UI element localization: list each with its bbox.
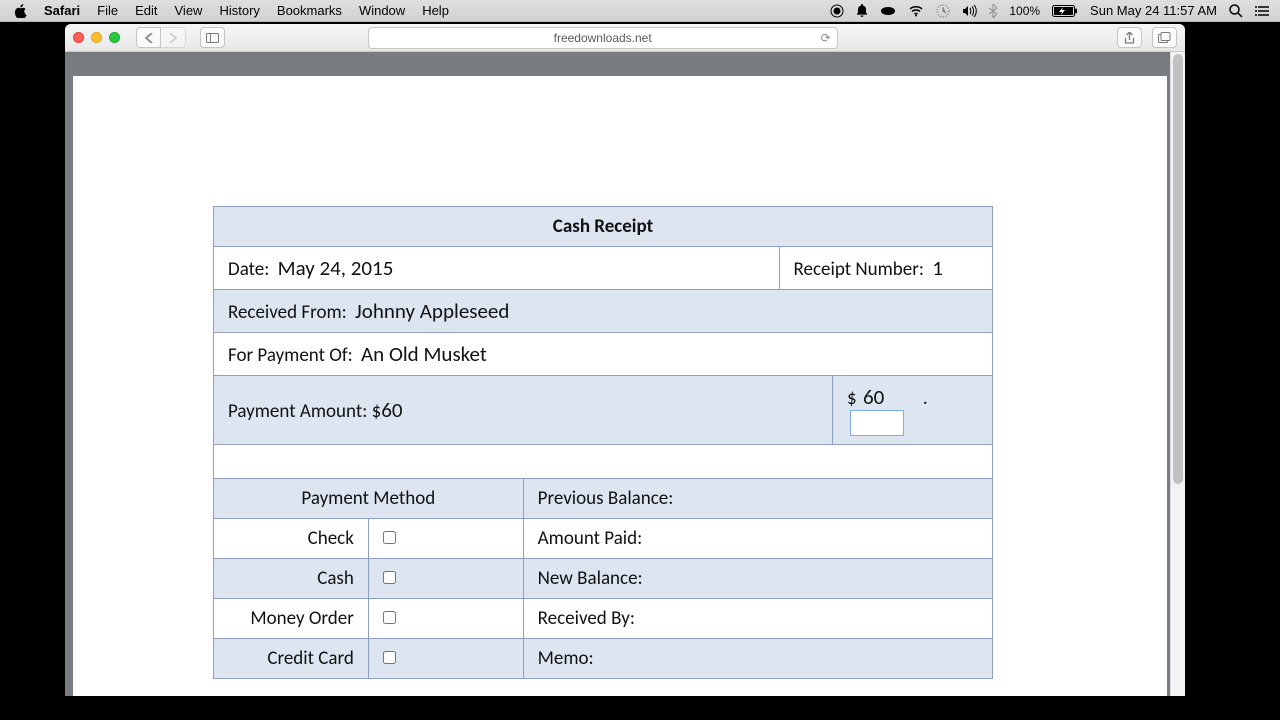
amount-paid-label: Amount Paid: xyxy=(523,518,992,558)
minimize-window-button[interactable] xyxy=(91,32,102,43)
payment-amount-value[interactable]: 60 xyxy=(381,397,402,423)
bluetooth-icon[interactable] xyxy=(989,4,997,18)
scrollbar-thumb[interactable] xyxy=(1173,54,1183,484)
browser-toolbar: freedownloads.net ⟳ xyxy=(65,24,1185,52)
window-controls xyxy=(73,32,120,43)
close-window-button[interactable] xyxy=(73,32,84,43)
memo-label: Memo: xyxy=(523,638,992,678)
url-text: freedownloads.net xyxy=(554,31,652,45)
vertical-scrollbar[interactable] xyxy=(1170,52,1185,696)
battery-icon[interactable] xyxy=(1052,5,1078,17)
cents-input[interactable] xyxy=(850,410,904,436)
for-payment-value[interactable]: An Old Musket xyxy=(361,341,487,367)
received-from-label: Received From: xyxy=(228,301,347,324)
payment-amount-value-2[interactable]: 60 xyxy=(863,384,884,410)
sidebar-toggle-button[interactable] xyxy=(200,27,225,48)
wifi-icon[interactable] xyxy=(908,5,924,17)
zoom-window-button[interactable] xyxy=(109,32,120,43)
clock[interactable]: Sun May 24 11:57 AM xyxy=(1090,3,1217,18)
menu-history[interactable]: History xyxy=(219,3,259,18)
decimal-dot: . xyxy=(923,387,928,410)
address-bar[interactable]: freedownloads.net ⟳ xyxy=(368,27,838,49)
apple-icon[interactable] xyxy=(14,4,27,18)
pm-credit-card-checkbox[interactable] xyxy=(383,651,396,664)
back-button[interactable] xyxy=(136,27,161,48)
volume-icon[interactable] xyxy=(962,5,977,17)
spotlight-icon[interactable] xyxy=(1229,4,1243,18)
receipt-number-label: Receipt Number: xyxy=(794,258,924,281)
received-from-value[interactable]: Johnny Appleseed xyxy=(355,298,509,324)
forward-button[interactable] xyxy=(161,27,186,48)
menu-file[interactable]: File xyxy=(97,3,118,18)
new-balance-label: New Balance: xyxy=(523,558,992,598)
received-by-label: Received By: xyxy=(523,598,992,638)
pm-money-order-label: Money Order xyxy=(214,598,369,638)
menu-bookmarks[interactable]: Bookmarks xyxy=(277,3,342,18)
pm-cash-label: Cash xyxy=(214,558,369,598)
pm-money-order-checkbox[interactable] xyxy=(383,611,396,624)
cash-receipt-form: Cash Receipt Date: May 24, 2015 Receipt … xyxy=(213,206,993,679)
reload-icon[interactable]: ⟳ xyxy=(821,31,831,45)
menu-window[interactable]: Window xyxy=(359,3,405,18)
notifications-icon[interactable] xyxy=(856,4,868,18)
active-app-name[interactable]: Safari xyxy=(44,3,80,18)
menu-help[interactable]: Help xyxy=(422,3,449,18)
nav-back-forward xyxy=(136,27,186,48)
pm-check-checkbox[interactable] xyxy=(383,531,396,544)
date-value[interactable]: May 24, 2015 xyxy=(278,255,394,281)
tabs-overview-button[interactable] xyxy=(1152,27,1177,48)
pm-credit-card-label: Credit Card xyxy=(214,638,369,678)
dollar-sign-2: $ xyxy=(847,387,857,410)
pm-cash-checkbox[interactable] xyxy=(383,571,396,584)
pm-check-label: Check xyxy=(214,518,369,558)
timemachine-icon[interactable] xyxy=(936,4,950,18)
previous-balance-label: Previous Balance: xyxy=(523,478,992,518)
form-title: Cash Receipt xyxy=(214,207,993,247)
safari-window: freedownloads.net ⟳ + Cash Receipt Date:… xyxy=(65,24,1185,696)
payment-method-header: Payment Method xyxy=(214,478,524,518)
document-page: Cash Receipt Date: May 24, 2015 Receipt … xyxy=(73,76,1167,696)
macos-menu-bar: Safari File Edit View History Bookmarks … xyxy=(0,0,1280,22)
receipt-number-value[interactable]: 1 xyxy=(932,255,943,281)
battery-percent: 100% xyxy=(1009,4,1040,18)
screenrecord-icon[interactable] xyxy=(830,4,844,18)
share-button[interactable] xyxy=(1117,27,1142,48)
content-viewport: Cash Receipt Date: May 24, 2015 Receipt … xyxy=(65,52,1185,696)
menu-view[interactable]: View xyxy=(175,3,203,18)
for-payment-label: For Payment Of: xyxy=(228,344,353,367)
menu-list-icon[interactable] xyxy=(1255,5,1270,17)
date-label: Date: xyxy=(228,258,269,281)
menulet-icon[interactable] xyxy=(880,6,896,16)
payment-amount-label: Payment Amount: $ xyxy=(228,400,381,423)
menu-edit[interactable]: Edit xyxy=(135,3,157,18)
